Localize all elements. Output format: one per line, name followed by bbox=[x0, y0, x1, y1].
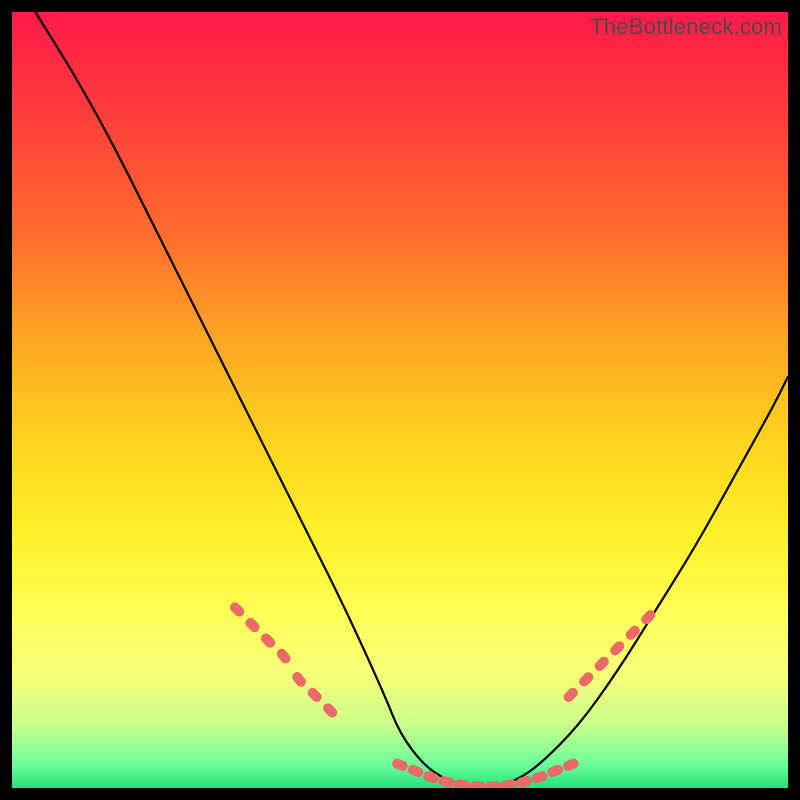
bottleneck-curve bbox=[35, 12, 788, 788]
highlight-dash bbox=[406, 763, 425, 778]
highlight-dash bbox=[485, 781, 501, 788]
highlight-dash bbox=[275, 647, 293, 666]
highlight-dash bbox=[562, 686, 580, 704]
highlight-dash bbox=[469, 781, 485, 788]
highlight-dash bbox=[228, 600, 246, 618]
watermark-text: TheBottleneck.com bbox=[590, 14, 782, 40]
highlight-dash bbox=[305, 686, 323, 704]
highlight-dash bbox=[593, 655, 611, 673]
highlight-dash bbox=[561, 757, 580, 772]
highlight-dash bbox=[530, 770, 548, 785]
highlight-dash bbox=[608, 639, 626, 657]
highlight-dash bbox=[577, 670, 595, 688]
highlight-dash bbox=[624, 624, 642, 642]
highlight-dash bbox=[321, 701, 339, 719]
highlight-dash bbox=[290, 670, 308, 689]
highlight-dash bbox=[546, 763, 565, 778]
highlight-dash bbox=[259, 631, 277, 649]
highlight-dash bbox=[243, 616, 261, 634]
chart-svg bbox=[12, 12, 788, 788]
highlight-dots-left bbox=[228, 600, 340, 719]
highlight-dash bbox=[391, 757, 410, 772]
highlight-dots-bottom bbox=[391, 757, 580, 788]
highlight-dash bbox=[453, 779, 470, 788]
highlight-dash bbox=[422, 770, 440, 785]
highlight-dots-right bbox=[562, 608, 658, 704]
plot-area bbox=[12, 12, 788, 788]
highlight-dash bbox=[515, 775, 533, 788]
